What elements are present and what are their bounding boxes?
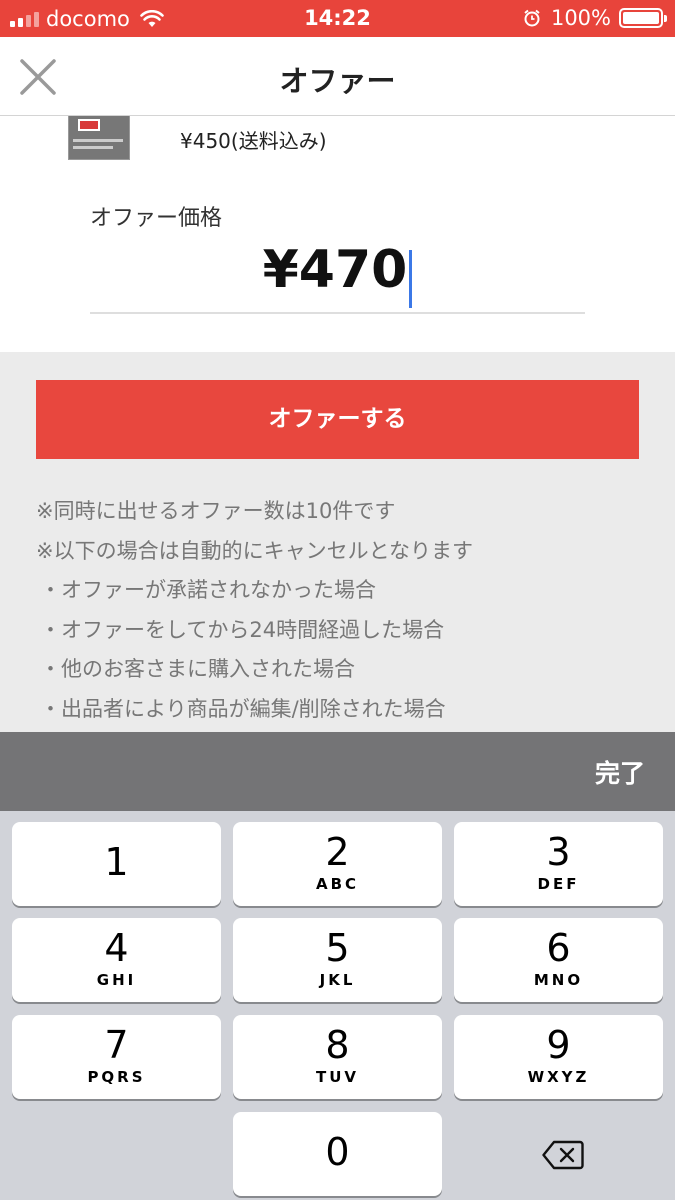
key-number: 6 [546, 926, 571, 970]
key-3[interactable]: 3 DEF [454, 822, 663, 906]
key-number: 7 [104, 1023, 129, 1067]
key-0[interactable]: 0 [233, 1112, 442, 1196]
key-8[interactable]: 8 TUV [233, 1015, 442, 1099]
item-price: ¥450(送料込み) [180, 129, 327, 153]
note-line: ・オファーが承諾されなかった場合 [40, 578, 376, 603]
key-letters: JKL [319, 971, 356, 989]
key-4[interactable]: 4 GHI [12, 918, 221, 1002]
note-line: ・出品者により商品が編集/削除された場合 [40, 696, 446, 721]
text-caret [409, 249, 413, 308]
signal-icon [10, 11, 39, 27]
note-line: ※同時に出せるオファー数は10件です [36, 499, 396, 523]
key-1[interactable]: 1 [12, 822, 221, 906]
key-2[interactable]: 2 ABC [233, 822, 442, 906]
battery-icon [619, 8, 667, 28]
offer-price-input[interactable]: ¥470 [90, 234, 585, 314]
keyboard-toolbar: 完了 [0, 732, 675, 811]
key-letters: TUV [315, 1068, 360, 1086]
wifi-icon [140, 10, 164, 27]
key-letters: MNO [533, 971, 584, 989]
key-7[interactable]: 7 PQRS [12, 1015, 221, 1099]
key-number: 4 [104, 926, 129, 970]
key-number: 1 [104, 840, 129, 884]
status-left: docomo [10, 7, 164, 31]
page-title: オファー [279, 64, 396, 98]
status-bar: docomo 14:22 100% [0, 0, 675, 37]
key-number: 2 [325, 830, 350, 874]
offer-notes: ※同時に出せるオファー数は10件です ※以下の場合は自動的にキャンセルとなります… [36, 492, 646, 730]
numeric-keypad: 1 2 ABC 3 DEF 4 GHI 5 JKL 6 MNO 7 PQRS 8… [0, 811, 675, 1200]
note-line: ・オファーをしてから24時間経過した場合 [40, 617, 445, 642]
key-6[interactable]: 6 MNO [454, 918, 663, 1002]
key-number: 8 [325, 1023, 350, 1067]
key-number: 3 [546, 830, 571, 874]
battery-percent: 100% [550, 6, 611, 30]
offer-form: ¥450(送料込み) オファー価格 ¥470 [0, 116, 675, 352]
key-letters: GHI [96, 971, 137, 989]
nav-bar: オファー [0, 37, 675, 116]
note-line: ・他のお客さまに購入された場合 [40, 657, 355, 682]
key-letters: PQRS [87, 1068, 146, 1086]
submit-offer-button[interactable]: オファーする [36, 380, 639, 459]
status-right: 100% [523, 6, 667, 30]
key-number: 5 [325, 926, 350, 970]
note-line: ※以下の場合は自動的にキャンセルとなります [36, 538, 473, 563]
delete-button[interactable] [454, 1112, 663, 1196]
done-button[interactable]: 完了 [595, 754, 645, 790]
offer-price-label: オファー価格 [90, 206, 223, 231]
offer-price-value: ¥470 [262, 240, 408, 300]
close-icon [20, 59, 56, 95]
close-button[interactable] [18, 57, 58, 97]
backspace-icon [542, 1140, 584, 1170]
carrier-name: docomo [46, 7, 130, 31]
key-5[interactable]: 5 JKL [233, 918, 442, 1002]
key-letters: WXYZ [527, 1068, 590, 1086]
key-9[interactable]: 9 WXYZ [454, 1015, 663, 1099]
item-thumbnail [68, 116, 130, 160]
key-letters: ABC [315, 875, 360, 893]
key-number: 9 [546, 1023, 571, 1067]
key-letters: DEF [537, 875, 580, 893]
alarm-icon [524, 9, 540, 27]
key-number: 0 [325, 1130, 350, 1174]
